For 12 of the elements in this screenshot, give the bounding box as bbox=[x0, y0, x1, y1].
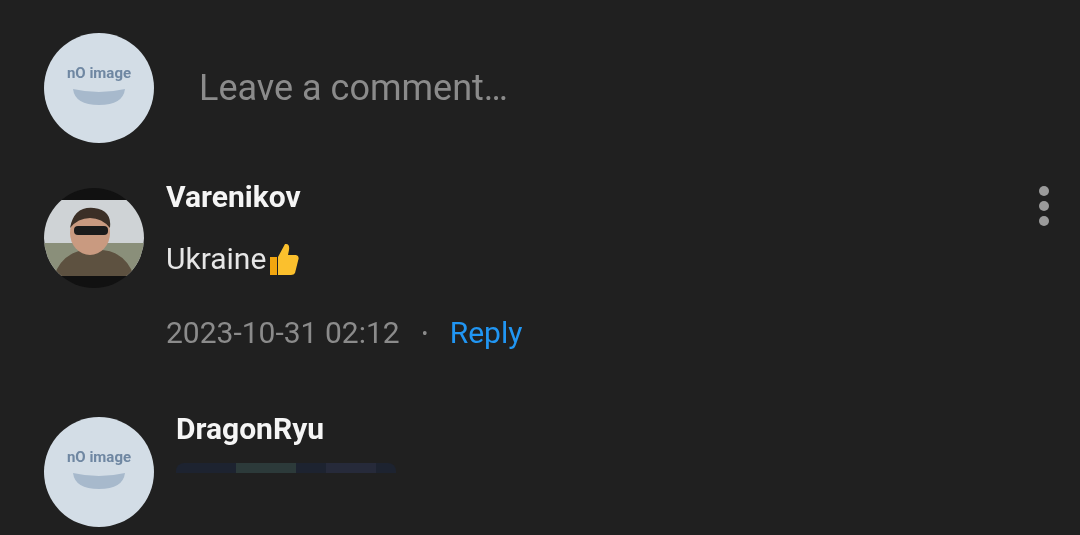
more-options-icon[interactable] bbox=[1038, 185, 1050, 227]
comment-text: Ukraine bbox=[166, 241, 267, 277]
avatar-placeholder-text: nO image bbox=[66, 66, 132, 81]
comment-input-field[interactable]: Leave a comment… bbox=[199, 61, 899, 115]
separator-dot: • bbox=[421, 321, 428, 346]
smile-icon bbox=[71, 87, 127, 107]
reply-link[interactable]: Reply bbox=[449, 315, 523, 351]
comment-author: Varenikov bbox=[166, 179, 302, 215]
avatar-placeholder-text: nO image bbox=[66, 450, 132, 465]
comment-author: DragonRyu bbox=[176, 411, 326, 447]
comment-date: 2023-10-31 02:12 bbox=[166, 315, 400, 351]
smile-icon bbox=[71, 471, 127, 491]
